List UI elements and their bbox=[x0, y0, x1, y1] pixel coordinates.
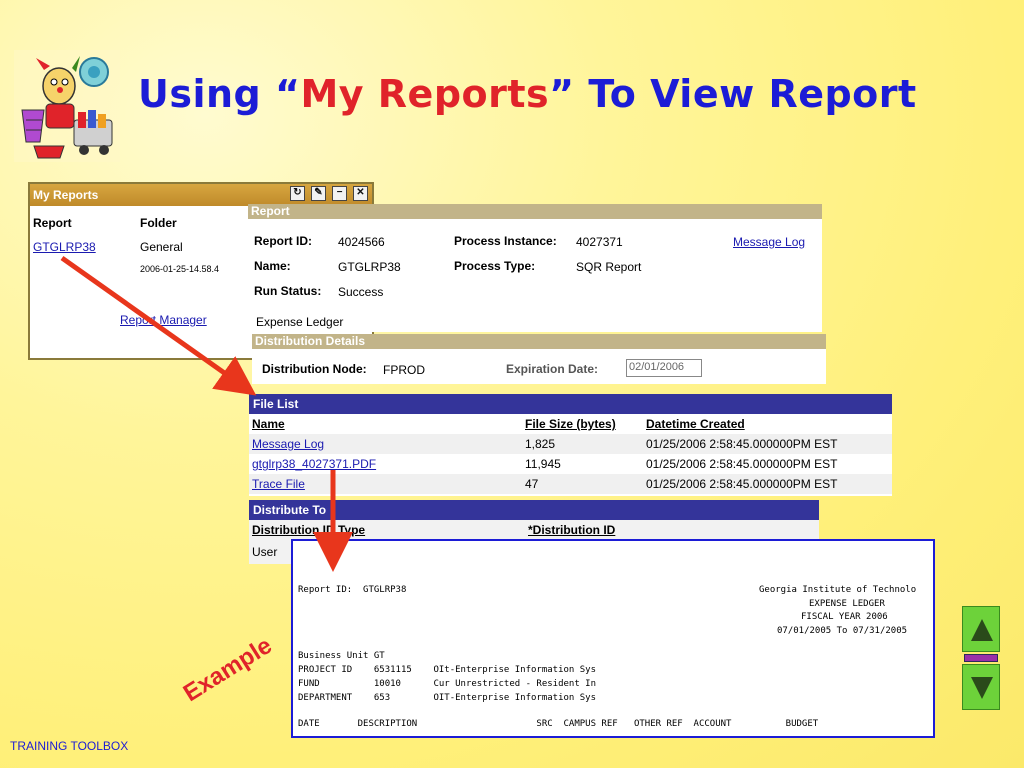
slide-navigation bbox=[962, 606, 1000, 710]
nav-up-button[interactable] bbox=[962, 606, 1000, 652]
nav-separator bbox=[964, 654, 998, 662]
nav-down-button[interactable] bbox=[962, 664, 1000, 710]
arrow-to-file-list bbox=[60, 255, 257, 396]
arrow-down-icon bbox=[971, 677, 993, 699]
arrow-up-icon bbox=[971, 619, 993, 641]
annotation-arrows bbox=[60, 255, 353, 572]
footer-text: TRAINING TOOLBOX bbox=[10, 739, 129, 753]
